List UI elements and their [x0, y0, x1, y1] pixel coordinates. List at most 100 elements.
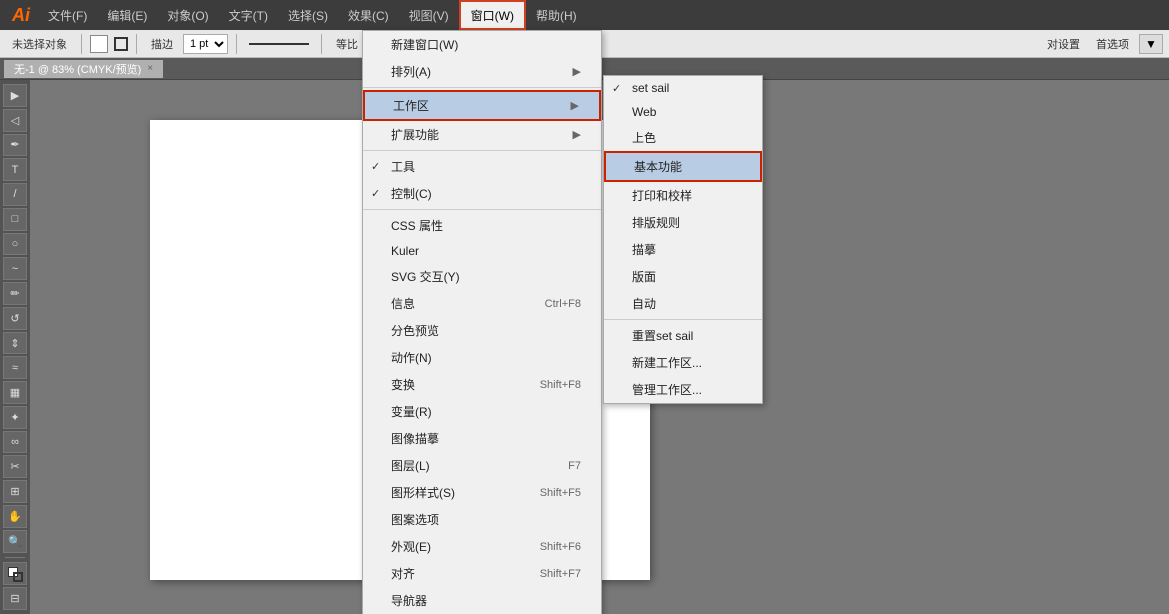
- ratio-label: 等比: [330, 34, 364, 54]
- align-label: 对齐: [391, 565, 415, 582]
- appearance-shortcut: Shift+F6: [520, 541, 581, 553]
- stroke-swatch[interactable]: [114, 37, 128, 51]
- menu-navigator[interactable]: 导航器: [363, 587, 601, 614]
- menu-action[interactable]: 动作(N): [363, 344, 601, 371]
- ws-auto[interactable]: 自动: [604, 290, 762, 317]
- fill-stroke-btn[interactable]: [3, 562, 27, 585]
- select-label: 未选择对象: [6, 34, 73, 54]
- ws-print-proof[interactable]: 打印和校样: [604, 182, 762, 209]
- tool-select[interactable]: ▶: [3, 84, 27, 107]
- menu-window[interactable]: 窗口(W): [459, 0, 526, 30]
- more-btn[interactable]: ▼: [1139, 34, 1163, 54]
- stroke-select[interactable]: 1 pt: [183, 34, 228, 54]
- menu-layers[interactable]: 图层(L) F7: [363, 452, 601, 479]
- ws-sep: [604, 319, 762, 320]
- ws-new[interactable]: 新建工作区...: [604, 349, 762, 376]
- menu-svg-interact[interactable]: SVG 交互(Y): [363, 263, 601, 290]
- ws-painting[interactable]: 描摹: [604, 236, 762, 263]
- menu-info[interactable]: 信息 Ctrl+F8: [363, 290, 601, 317]
- tool-pen[interactable]: ✒: [3, 134, 27, 157]
- tool-rotate[interactable]: ↺: [3, 307, 27, 330]
- window-menu-dropdown: 新建窗口(W) 排列(A) ▶ 工作区 ▶ 扩展功能 ▶ ✓ 工具: [362, 80, 602, 614]
- menu-file[interactable]: 文件(F): [38, 0, 97, 30]
- print-proof-label: 打印和校样: [632, 187, 692, 204]
- tool-scissors[interactable]: ✂: [3, 455, 27, 478]
- tool-zoom[interactable]: 🔍: [3, 530, 27, 553]
- menu-select[interactable]: 选择(S): [278, 0, 338, 30]
- tool-warp[interactable]: ≈: [3, 356, 27, 379]
- prefs-btn[interactable]: 首选项: [1090, 34, 1135, 54]
- ws-set-sail[interactable]: ✓ set sail: [604, 80, 762, 100]
- menu-text[interactable]: 文字(T): [219, 0, 278, 30]
- tool-direct-select[interactable]: ◁: [3, 109, 27, 132]
- tool-hand[interactable]: ✋: [3, 505, 27, 528]
- tool-rect[interactable]: □: [3, 208, 27, 231]
- image-trace-label: 图像描摹: [391, 430, 439, 447]
- menu-control[interactable]: ✓ 控制(C): [363, 180, 601, 207]
- menu-workspace[interactable]: 工作区 ▶: [363, 90, 601, 121]
- basic-label: 基本功能: [634, 158, 682, 175]
- menu-graphic-styles[interactable]: 图形样式(S) Shift+F5: [363, 479, 601, 506]
- toolbar-sep-3: [236, 34, 237, 54]
- menu-sep-preview[interactable]: 分色预览: [363, 317, 601, 344]
- menu-appearance[interactable]: 外观(E) Shift+F6: [363, 533, 601, 560]
- ws-basic[interactable]: 基本功能: [604, 151, 762, 182]
- extensions-label: 扩展功能: [391, 126, 439, 143]
- menu-edit[interactable]: 编辑(E): [97, 0, 157, 30]
- main-layout: ▶ ◁ ✒ T / □ ○ ~ ✏ ↺ ⇕ ≈ ▦ ✦ ∞ ✂ ⊞ ✋ 🔍 ⊟ …: [0, 80, 1169, 614]
- tool-type[interactable]: T: [3, 158, 27, 181]
- tool-ellipse[interactable]: ○: [3, 233, 27, 256]
- menu-arrange[interactable]: 排列(A) ▶: [363, 80, 601, 85]
- tool-blend[interactable]: ∞: [3, 431, 27, 454]
- document-tab[interactable]: 无-1 @ 83% (CMYK/预览) ×: [4, 60, 163, 78]
- menu-image-trace[interactable]: 图像描摹: [363, 425, 601, 452]
- menu-align[interactable]: 对齐 Shift+F7: [363, 560, 601, 587]
- toolbar-sep-2: [136, 34, 137, 54]
- sep-3: [363, 209, 601, 210]
- ws-typography[interactable]: 排版规则: [604, 209, 762, 236]
- action-label: 动作(N): [391, 349, 432, 366]
- new-workspace-label: 新建工作区...: [632, 354, 702, 371]
- ws-layout[interactable]: 版面: [604, 263, 762, 290]
- tool-eyedropper[interactable]: ✦: [3, 406, 27, 429]
- menu-kuler[interactable]: Kuler: [363, 239, 601, 263]
- ws-manage[interactable]: 管理工作区...: [604, 376, 762, 403]
- menu-view[interactable]: 视图(V): [399, 0, 459, 30]
- tab-close-btn[interactable]: ×: [147, 63, 153, 74]
- menu-variables[interactable]: 变量(R): [363, 398, 601, 425]
- ws-web[interactable]: Web: [604, 100, 762, 124]
- tools-check: ✓: [371, 160, 380, 173]
- toolbar-sep-1: [81, 34, 82, 54]
- auto-label: 自动: [632, 295, 656, 312]
- tool-line[interactable]: /: [3, 183, 27, 206]
- menu-object[interactable]: 对象(O): [157, 0, 218, 30]
- menu-transform[interactable]: 变换 Shift+F8: [363, 371, 601, 398]
- align-shortcut: Shift+F7: [520, 568, 581, 580]
- menu-extensions[interactable]: 扩展功能 ▶: [363, 121, 601, 148]
- ws-reset[interactable]: 重置set sail: [604, 322, 762, 349]
- fill-swatch[interactable]: [90, 35, 108, 53]
- screen-mode-btn[interactable]: ⊟: [3, 587, 27, 610]
- toolbox-separator: [5, 557, 25, 559]
- settings-btn[interactable]: 对设置: [1041, 34, 1086, 54]
- ws-color[interactable]: 上色: [604, 124, 762, 151]
- menu-css-props[interactable]: CSS 属性: [363, 212, 601, 239]
- set-sail-check: ✓: [612, 82, 621, 95]
- set-sail-label: set sail: [632, 81, 669, 95]
- menu-help[interactable]: 帮助(H): [526, 0, 587, 30]
- layers-shortcut: F7: [548, 460, 581, 472]
- sep-1: [363, 87, 601, 88]
- tool-scale[interactable]: ⇕: [3, 332, 27, 355]
- menu-artboard[interactable]: 图案选项: [363, 506, 601, 533]
- variables-label: 变量(R): [391, 403, 432, 420]
- tool-gradient[interactable]: ▦: [3, 381, 27, 404]
- tool-brush[interactable]: ~: [3, 257, 27, 280]
- menu-tools[interactable]: ✓ 工具: [363, 153, 601, 180]
- color-label: 上色: [632, 129, 656, 146]
- graphic-styles-label: 图形样式(S): [391, 484, 455, 501]
- layout-label: 版面: [632, 268, 656, 285]
- menu-effect[interactable]: 效果(C): [338, 0, 399, 30]
- transform-shortcut: Shift+F8: [520, 379, 581, 391]
- tool-artboard[interactable]: ⊞: [3, 480, 27, 503]
- tool-pencil[interactable]: ✏: [3, 282, 27, 305]
